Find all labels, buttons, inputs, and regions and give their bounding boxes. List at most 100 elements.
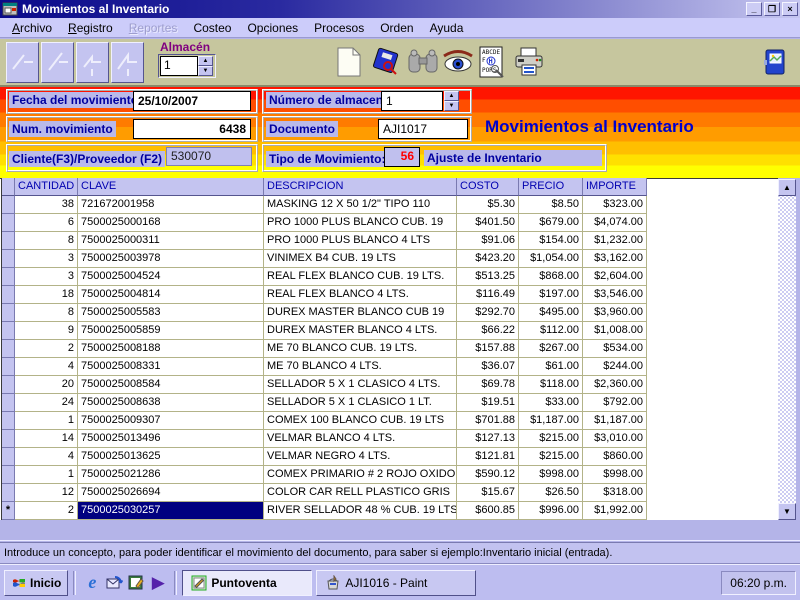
cell-importe[interactable]: $3,162.00 bbox=[583, 250, 647, 268]
cell-cantidad[interactable]: 2 bbox=[15, 502, 78, 520]
cell-cantidad[interactable]: 1 bbox=[15, 412, 78, 430]
scroll-down-icon[interactable]: ▼ bbox=[778, 503, 796, 520]
table-row[interactable]: 6 7500025000168 PRO 1000 PLUS BLANCO CUB. … bbox=[2, 214, 648, 232]
cell-descripcion[interactable]: VELMAR NEGRO 4 LTS. bbox=[264, 448, 457, 466]
cell-descripcion[interactable]: REAL FLEX BLANCO CUB. 19 LTS. bbox=[264, 268, 457, 286]
cell-precio[interactable]: $868.00 bbox=[519, 268, 583, 286]
cell-cantidad[interactable]: 14 bbox=[15, 430, 78, 448]
task-button-puntoventa[interactable]: Puntoventa bbox=[182, 569, 313, 596]
cell-clave[interactable]: 7500025003978 bbox=[78, 250, 264, 268]
table-row[interactable]: 12 7500025026694 COLOR CAR RELL PLASTICO G… bbox=[2, 484, 648, 502]
cell-importe[interactable]: $792.00 bbox=[583, 394, 647, 412]
cell-precio[interactable]: $1,054.00 bbox=[519, 250, 583, 268]
cell-importe[interactable]: $244.00 bbox=[583, 358, 647, 376]
cell-precio[interactable]: $118.00 bbox=[519, 376, 583, 394]
task-button-paint[interactable]: AJI1016 - Paint bbox=[316, 569, 477, 596]
cell-costo[interactable]: $157.88 bbox=[457, 340, 519, 358]
font-zoom-icon[interactable]: ABCDE F H PORS bbox=[478, 46, 508, 78]
cell-costo[interactable]: $292.70 bbox=[457, 304, 519, 322]
cell-importe[interactable]: $1,008.00 bbox=[583, 322, 647, 340]
row-selector[interactable] bbox=[2, 340, 15, 358]
row-selector[interactable] bbox=[2, 196, 15, 214]
row-selector[interactable] bbox=[2, 304, 15, 322]
title-bar[interactable]: Movimientos al Inventario _ ❐ × bbox=[0, 0, 800, 18]
cell-precio[interactable]: $8.50 bbox=[519, 196, 583, 214]
row-selector[interactable] bbox=[2, 250, 15, 268]
cell-descripcion[interactable]: VELMAR BLANCO 4 LTS. bbox=[264, 430, 457, 448]
almacen-spin-down-icon[interactable]: ▼ bbox=[198, 66, 213, 76]
cell-precio[interactable]: $1,187.00 bbox=[519, 412, 583, 430]
table-row[interactable]: 2 7500025008188 ME 70 BLANCO CUB. 19 LTS. $… bbox=[2, 340, 648, 358]
cell-costo[interactable]: $5.30 bbox=[457, 196, 519, 214]
cell-cantidad[interactable]: 18 bbox=[15, 286, 78, 304]
cell-clave[interactable]: 7500025013496 bbox=[78, 430, 264, 448]
cell-descripcion[interactable]: PRO 1000 PLUS BLANCO 4 LTS bbox=[264, 232, 457, 250]
header-descripcion[interactable]: DESCRIPCION bbox=[264, 178, 457, 196]
cell-clave[interactable]: 7500025009307 bbox=[78, 412, 264, 430]
row-selector[interactable] bbox=[2, 268, 15, 286]
internet-explorer-icon[interactable]: e bbox=[81, 572, 103, 594]
cell-cantidad[interactable]: 4 bbox=[15, 448, 78, 466]
desktop-edit-icon[interactable] bbox=[125, 572, 147, 594]
cell-importe[interactable]: $318.00 bbox=[583, 484, 647, 502]
cell-cantidad[interactable]: 4 bbox=[15, 358, 78, 376]
table-row[interactable]: 4 7500025013625 VELMAR NEGRO 4 LTS. $121.81… bbox=[2, 448, 648, 466]
cell-importe[interactable]: $4,074.00 bbox=[583, 214, 647, 232]
row-selector[interactable] bbox=[2, 448, 15, 466]
row-selector[interactable] bbox=[2, 394, 15, 412]
restore-button[interactable]: ❐ bbox=[764, 2, 780, 16]
table-row[interactable]: 1 7500025009307 COMEX 100 BLANCO CUB. 19 L… bbox=[2, 412, 648, 430]
menu-item-procesos[interactable]: Procesos bbox=[306, 19, 372, 37]
cell-descripcion[interactable]: ME 70 BLANCO 4 LTS. bbox=[264, 358, 457, 376]
row-selector[interactable] bbox=[2, 412, 15, 430]
cell-cantidad[interactable]: 1 bbox=[15, 466, 78, 484]
menu-item-archivo[interactable]: Archivo bbox=[4, 19, 60, 37]
cell-costo[interactable]: $127.13 bbox=[457, 430, 519, 448]
cell-importe[interactable]: $1,232.00 bbox=[583, 232, 647, 250]
cell-cantidad[interactable]: 9 bbox=[15, 322, 78, 340]
cell-costo[interactable]: $590.12 bbox=[457, 466, 519, 484]
table-row[interactable]: 20 7500025008584 SELLADOR 5 X 1 CLASICO 4 … bbox=[2, 376, 648, 394]
cell-importe[interactable]: $998.00 bbox=[583, 466, 647, 484]
cell-costo[interactable]: $401.50 bbox=[457, 214, 519, 232]
table-row[interactable]: 9 7500025005859 DUREX MASTER BLANCO 4 LTS.… bbox=[2, 322, 648, 340]
table-row[interactable]: 8 7500025005583 DUREX MASTER BLANCO CUB 19… bbox=[2, 304, 648, 322]
table-row[interactable]: 8 7500025000311 PRO 1000 PLUS BLANCO 4 LTS… bbox=[2, 232, 648, 250]
table-row[interactable]: 14 7500025013496 VELMAR BLANCO 4 LTS. $127.… bbox=[2, 430, 648, 448]
cell-clave[interactable]: 721672001958 bbox=[78, 196, 264, 214]
numero-almacen-spin-down-icon[interactable]: ▼ bbox=[444, 101, 459, 111]
menu-item-costeo[interactable]: Costeo bbox=[185, 19, 239, 37]
cell-precio[interactable]: $33.00 bbox=[519, 394, 583, 412]
cell-descripcion[interactable]: DUREX MASTER BLANCO 4 LTS. bbox=[264, 322, 457, 340]
cell-clave[interactable]: 7500025008188 bbox=[78, 340, 264, 358]
cell-costo[interactable]: $69.78 bbox=[457, 376, 519, 394]
vertical-scrollbar[interactable]: ▲ ▼ bbox=[778, 179, 796, 520]
cell-precio[interactable]: $197.00 bbox=[519, 286, 583, 304]
table-row[interactable]: 1 7500025021286 COMEX PRIMARIO # 2 ROJO OX… bbox=[2, 466, 648, 484]
cell-clave[interactable]: 7500025008638 bbox=[78, 394, 264, 412]
row-selector[interactable] bbox=[2, 358, 15, 376]
num-movimiento-input[interactable]: 6438 bbox=[133, 119, 251, 139]
close-button[interactable]: × bbox=[782, 2, 798, 16]
cell-costo[interactable]: $19.51 bbox=[457, 394, 519, 412]
cell-cantidad[interactable]: 24 bbox=[15, 394, 78, 412]
scroll-up-icon[interactable]: ▲ bbox=[778, 179, 796, 196]
cell-descripcion[interactable]: COLOR CAR RELL PLASTICO GRIS bbox=[264, 484, 457, 502]
fecha-input[interactable]: 25/10/2007 bbox=[133, 91, 251, 111]
cell-clave[interactable]: 7500025021286 bbox=[78, 466, 264, 484]
documento-input[interactable]: AJI1017 bbox=[378, 119, 468, 139]
cell-clave[interactable]: 7500025004814 bbox=[78, 286, 264, 304]
nav-prev-button[interactable] bbox=[41, 42, 74, 83]
cell-importe[interactable]: $3,546.00 bbox=[583, 286, 647, 304]
tipo-movimiento-code[interactable]: 56 bbox=[384, 147, 420, 167]
cell-cantidad[interactable]: 3 bbox=[15, 250, 78, 268]
cell-clave[interactable]: 7500025005859 bbox=[78, 322, 264, 340]
cell-costo[interactable]: $513.25 bbox=[457, 268, 519, 286]
menu-item-registro[interactable]: Registro bbox=[60, 19, 121, 37]
cell-clave[interactable]: 7500025000168 bbox=[78, 214, 264, 232]
cell-descripcion[interactable]: PRO 1000 PLUS BLANCO CUB. 19 bbox=[264, 214, 457, 232]
cell-descripcion[interactable]: REAL FLEX BLANCO 4 LTS. bbox=[264, 286, 457, 304]
cell-cantidad[interactable]: 8 bbox=[15, 232, 78, 250]
cell-cantidad[interactable]: 3 bbox=[15, 268, 78, 286]
cell-importe[interactable]: $323.00 bbox=[583, 196, 647, 214]
